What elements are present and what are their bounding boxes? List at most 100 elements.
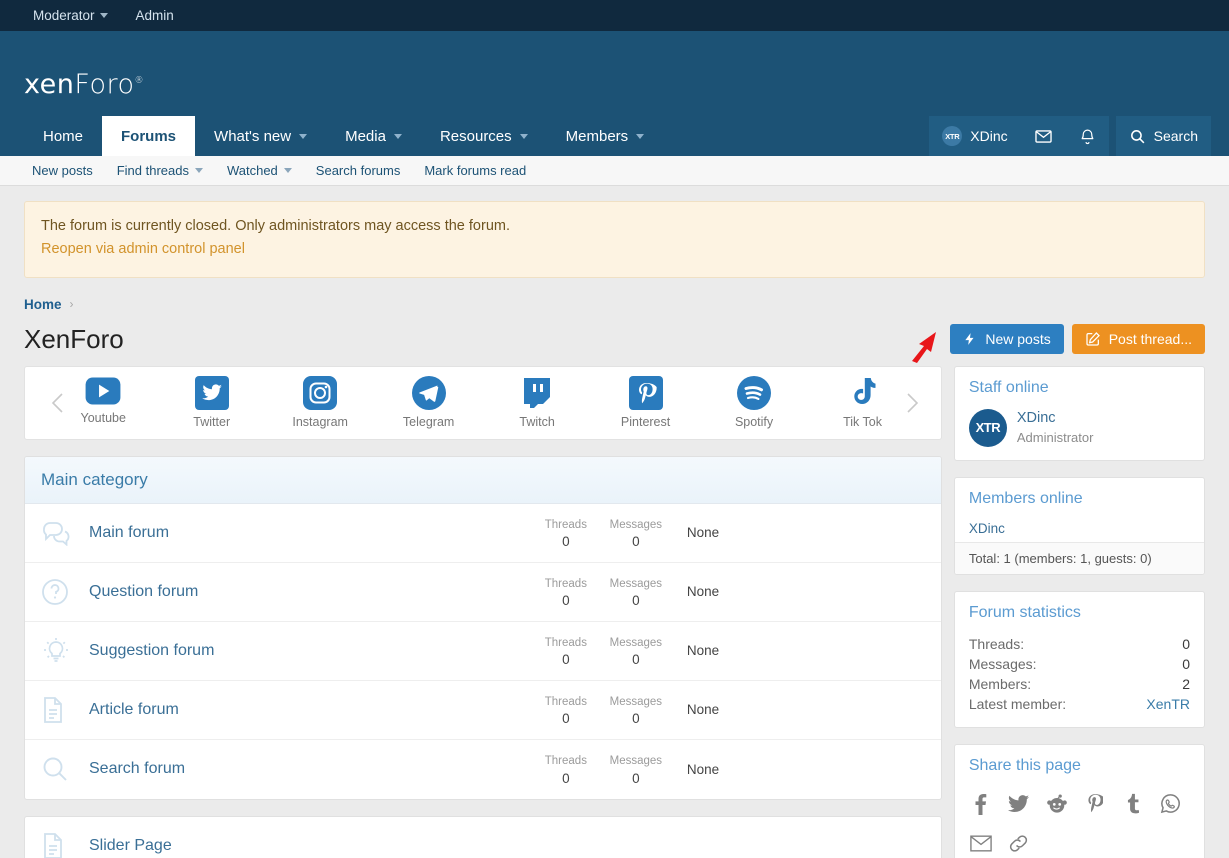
tab-label: Media [345, 128, 386, 145]
share-whatsapp-button[interactable] [1159, 791, 1183, 817]
search-button[interactable]: Search [1116, 116, 1211, 156]
social-item-pinterest[interactable]: Pinterest [599, 376, 693, 429]
stat-row-messages: Messages: 0 [969, 654, 1190, 674]
stat-label: Messages: [969, 656, 1037, 672]
tab-forums[interactable]: Forums [102, 116, 195, 156]
logo-text-2: Foro [74, 69, 134, 100]
forum-row[interactable]: Main forum Threads 0 Messages 0 None [25, 504, 941, 563]
username-label: XDinc [970, 128, 1007, 144]
subnav-item-watched[interactable]: Watched [215, 163, 304, 178]
share-email-button[interactable] [969, 831, 993, 857]
share-twitter-button[interactable] [1007, 791, 1031, 817]
social-label: Instagram [292, 415, 348, 429]
bolt-icon [963, 331, 977, 347]
threads-value: 0 [531, 534, 601, 549]
logo-trademark: ® [135, 76, 145, 86]
tab-label: Members [566, 128, 629, 145]
forum-last-post: None [671, 525, 941, 540]
slider-next-button[interactable] [901, 388, 923, 418]
stat-value: 2 [1182, 676, 1190, 692]
social-item-tiktok[interactable]: Tik Tok [816, 376, 910, 429]
tab-media[interactable]: Media [326, 116, 421, 156]
page-title-row: XenForo New posts Post thread... [24, 324, 1205, 355]
modbar-item-moderator[interactable]: Moderator [33, 8, 108, 23]
forum-name: Suggestion forum [89, 642, 531, 660]
chevron-right-icon [904, 391, 920, 415]
members-online-title: Members online [955, 478, 1204, 516]
threads-value: 0 [531, 652, 601, 667]
share-facebook-button[interactable] [969, 791, 993, 817]
stat-label: Latest member: [969, 696, 1066, 712]
new-posts-button[interactable]: New posts [950, 324, 1063, 354]
tab-home[interactable]: Home [24, 116, 102, 156]
email-icon [970, 835, 992, 852]
chevron-down-icon [394, 134, 402, 139]
social-item-youtube[interactable]: Youtube [56, 376, 150, 429]
messages-value: 0 [601, 534, 671, 549]
search-icon [1129, 128, 1146, 145]
stat-label: Members: [969, 676, 1031, 692]
latest-member-link[interactable]: XenTR [1146, 696, 1190, 712]
twitter-icon [195, 376, 229, 410]
subnav-label: Search forums [316, 163, 401, 178]
share-this-page-block: Share this page [954, 744, 1205, 858]
staff-member-name: XDinc [1017, 409, 1094, 429]
online-member-link[interactable]: XDinc [969, 521, 1005, 544]
social-slider: Youtube Twitter [24, 366, 942, 440]
messages-value: 0 [601, 593, 671, 608]
subnav-label: New posts [32, 163, 93, 178]
staff-member-row[interactable]: XTR XDinc Administrator [969, 409, 1190, 447]
social-item-instagram[interactable]: Instagram [273, 376, 367, 429]
reopen-link[interactable]: Reopen via admin control panel [41, 241, 245, 257]
share-link-button[interactable] [1007, 831, 1031, 857]
social-item-twitter[interactable]: Twitter [165, 376, 259, 429]
share-tumblr-button[interactable] [1121, 791, 1145, 817]
subnav-item-new-posts[interactable]: New posts [20, 163, 105, 178]
social-item-twitch[interactable]: Twitch [490, 376, 584, 429]
modbar-item-label: Moderator [33, 8, 95, 23]
site-logo[interactable]: xenForo® [24, 69, 144, 100]
social-label: Youtube [81, 411, 126, 425]
forum-messages-stat: Messages 0 [601, 576, 671, 608]
subnav-item-search-forums[interactable]: Search forums [304, 163, 413, 178]
messages-label: Messages [601, 576, 671, 593]
stat-row-threads: Threads: 0 [969, 634, 1190, 654]
subnav-label: Mark forums read [424, 163, 526, 178]
breadcrumb-home[interactable]: Home [24, 297, 62, 312]
social-label: Twitter [193, 415, 230, 429]
tab-whats-new[interactable]: What's new [195, 116, 326, 156]
alerts-button[interactable] [1066, 116, 1109, 156]
forum-messages-stat: Messages 0 [601, 517, 671, 549]
subnav-item-find-threads[interactable]: Find threads [105, 163, 215, 178]
social-item-telegram[interactable]: Telegram [382, 376, 476, 429]
tab-resources[interactable]: Resources [421, 116, 547, 156]
inbox-button[interactable] [1021, 116, 1066, 156]
staff-online-title: Staff online [955, 367, 1204, 405]
forum-row[interactable]: Suggestion forum Threads 0 Messages 0 No… [25, 622, 941, 681]
search-icon [41, 755, 69, 783]
forum-row[interactable]: Search forum Threads 0 Messages 0 None [25, 740, 941, 799]
telegram-icon [412, 376, 446, 410]
messages-label: Messages [601, 635, 671, 652]
messages-value: 0 [601, 711, 671, 726]
subnav-item-mark-forums-read[interactable]: Mark forums read [412, 163, 538, 178]
social-item-spotify[interactable]: Spotify [707, 376, 801, 429]
slider-prev-button[interactable] [47, 388, 69, 418]
messages-label: Messages [601, 694, 671, 711]
post-thread-button[interactable]: Post thread... [1072, 324, 1205, 354]
forum-row[interactable]: Question forum Threads 0 Messages 0 None [25, 563, 941, 622]
tab-members[interactable]: Members [547, 116, 664, 156]
modbar-item-admin[interactable]: Admin [136, 8, 174, 23]
page-container: The forum is currently closed. Only admi… [0, 201, 1229, 858]
user-menu-button[interactable]: XTR XDinc [929, 116, 1020, 156]
share-reddit-button[interactable] [1045, 791, 1069, 817]
forum-threads-stat: Threads 0 [531, 753, 601, 785]
forum-row[interactable]: Article forum Threads 0 Messages 0 None [25, 681, 941, 740]
sidebar: Staff online XTR XDinc Administrator Mem… [954, 366, 1205, 858]
forum-name: Search forum [89, 760, 531, 778]
forum-threads-stat: Threads 0 [531, 576, 601, 608]
youtube-icon [84, 376, 122, 406]
share-pinterest-button[interactable] [1083, 791, 1107, 817]
page-node-row[interactable]: Slider Page [25, 817, 941, 858]
forum-messages-stat: Messages 0 [601, 753, 671, 785]
